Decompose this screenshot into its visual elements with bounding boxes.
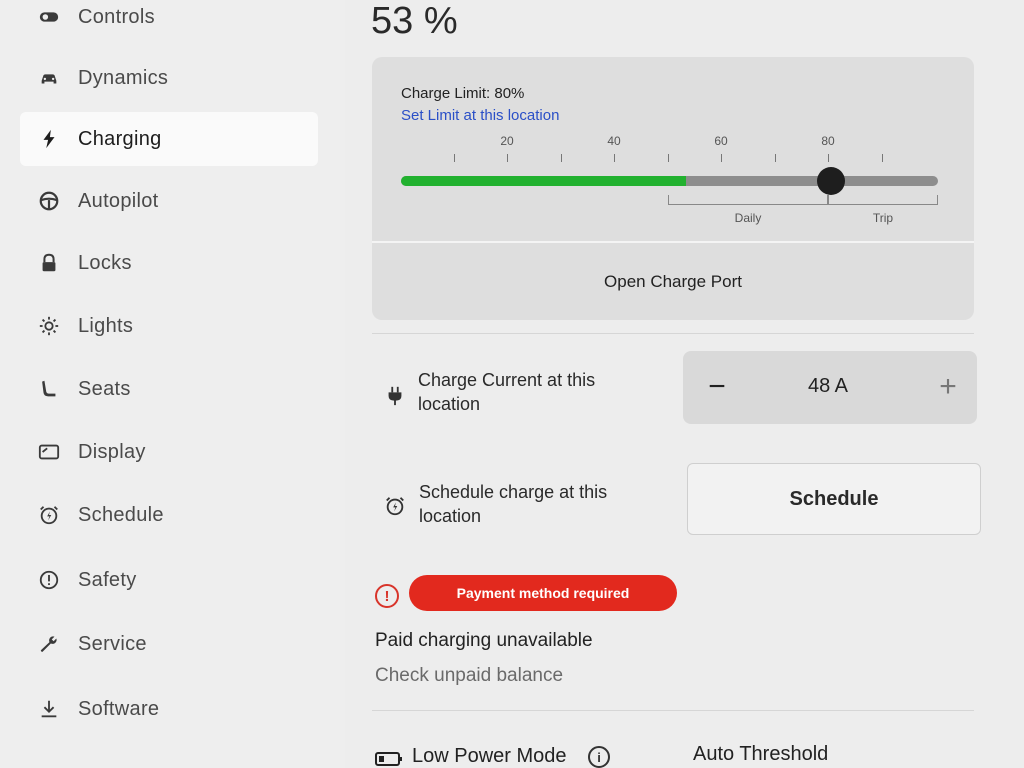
charging-panel: 53 % Charge Limit: 80% Set Limit at this…	[345, 0, 1024, 768]
car-icon	[20, 67, 78, 89]
paid-charging-status: Paid charging unavailable	[375, 630, 593, 651]
tick-mark	[828, 154, 829, 162]
sidebar-item-label: Dynamics	[78, 66, 169, 89]
sidebar-item-label: Safety	[78, 568, 137, 591]
sidebar: Controls Dynamics Charging Autopilot Loc…	[0, 0, 345, 768]
sidebar-item-controls[interactable]: Controls	[20, 0, 318, 44]
sidebar-item-label: Service	[78, 632, 147, 655]
tick-mark	[614, 154, 615, 162]
tick-label: 40	[607, 134, 621, 148]
sidebar-item-label: Display	[78, 440, 146, 463]
trip-range-bracket	[828, 195, 938, 205]
sidebar-item-lights[interactable]: Lights	[20, 299, 318, 353]
trip-label: Trip	[872, 211, 894, 225]
daily-label: Daily	[734, 211, 762, 225]
tick-label: 20	[500, 134, 514, 148]
lightning-bolt-icon	[20, 128, 78, 150]
toggle-icon	[20, 6, 78, 28]
increase-current-button[interactable]: +	[928, 367, 968, 407]
sidebar-item-charging[interactable]: Charging	[20, 112, 318, 166]
charge-current-value: 48 A	[807, 375, 849, 397]
alarm-clock-icon	[20, 504, 78, 526]
decrease-current-button[interactable]: −	[697, 367, 737, 407]
schedule-button[interactable]: Schedule	[687, 463, 981, 535]
sidebar-item-service[interactable]: Service	[20, 617, 318, 671]
sidebar-item-label: Controls	[78, 5, 155, 28]
set-limit-link[interactable]: Set Limit at this location	[401, 107, 559, 124]
tick-label: 80	[821, 134, 835, 148]
sidebar-item-software[interactable]: Software	[20, 682, 318, 736]
sidebar-item-label: Software	[78, 697, 160, 720]
divider	[372, 333, 974, 334]
sidebar-item-label: Seats	[78, 377, 131, 400]
charge-current-label: Charge Current at this location	[418, 370, 596, 414]
tick-mark	[882, 154, 883, 162]
check-unpaid-balance-link[interactable]: Check unpaid balance	[375, 665, 563, 687]
sidebar-item-label: Autopilot	[78, 189, 159, 212]
seat-icon	[20, 378, 78, 400]
sidebar-item-seats[interactable]: Seats	[20, 362, 318, 416]
tick-mark	[561, 154, 562, 162]
display-icon	[20, 441, 78, 463]
exclamation-circle-icon	[20, 569, 78, 591]
sidebar-item-locks[interactable]: Locks	[20, 236, 318, 290]
sidebar-item-autopilot[interactable]: Autopilot	[20, 174, 318, 228]
charge-limit-slider-handle[interactable]	[816, 167, 845, 195]
tick-mark	[507, 154, 508, 162]
daily-range-bracket	[668, 195, 828, 205]
tick-mark	[454, 154, 455, 162]
sidebar-item-label: Lights	[78, 314, 134, 337]
open-charge-port-button[interactable]: Open Charge Port	[372, 243, 974, 320]
plug-icon	[383, 384, 407, 408]
sidebar-item-label: Schedule	[78, 503, 164, 526]
wrench-icon	[20, 633, 78, 655]
charge-limit-card: Charge Limit: 80% Set Limit at this loca…	[372, 57, 974, 320]
battery-icon	[375, 750, 403, 768]
tick-mark	[721, 154, 722, 162]
current-charge-fill	[401, 176, 686, 186]
low-power-mode-label: Low Power Mode	[412, 745, 567, 767]
sidebar-item-display[interactable]: Display	[20, 425, 318, 479]
charge-current-stepper: − 48 A +	[683, 351, 977, 424]
battery-percentage: 53 %	[371, 0, 458, 42]
charge-limit-slider[interactable]	[401, 176, 938, 186]
download-icon	[20, 698, 78, 720]
sidebar-item-safety[interactable]: Safety	[20, 553, 318, 607]
sidebar-item-label: Charging	[78, 127, 162, 150]
sidebar-item-label: Locks	[78, 251, 132, 274]
divider	[372, 710, 974, 711]
info-icon[interactable]: i	[588, 746, 610, 768]
light-icon	[20, 315, 78, 337]
charge-limit-text: Charge Limit: 80%	[401, 85, 525, 102]
tick-mark	[668, 154, 669, 162]
schedule-charge-label: Schedule charge at this location	[419, 482, 608, 526]
steering-wheel-icon	[20, 190, 78, 212]
sidebar-item-dynamics[interactable]: Dynamics	[20, 51, 318, 105]
payment-required-badge[interactable]: Payment method required	[409, 575, 677, 611]
alert-icon: !	[375, 584, 399, 608]
lock-icon	[20, 252, 78, 274]
tick-mark	[775, 154, 776, 162]
alarm-clock-icon	[383, 494, 407, 518]
low-power-mode-value[interactable]: Auto Threshold	[693, 743, 828, 766]
sidebar-item-schedule[interactable]: Schedule	[20, 488, 318, 542]
tick-label: 60	[714, 134, 728, 148]
